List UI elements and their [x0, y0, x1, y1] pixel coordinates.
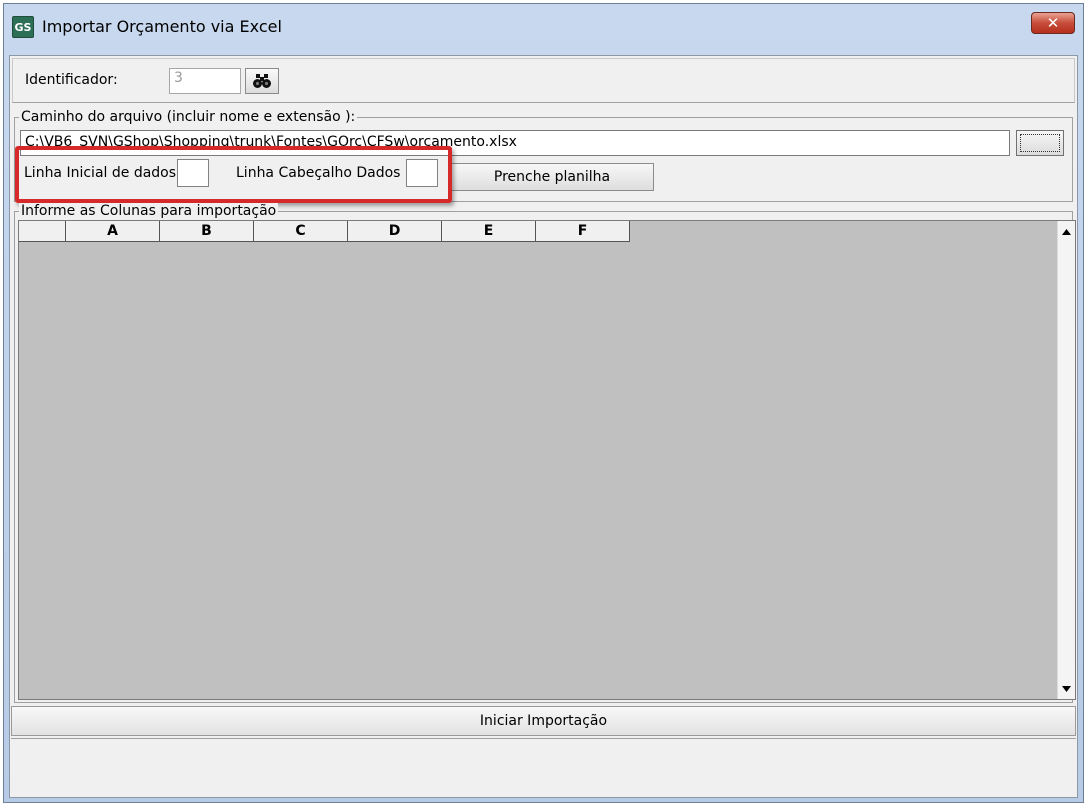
import-window: GS Importar Orçamento via Excel ✕ Identi… [3, 3, 1084, 803]
header-row-input[interactable] [406, 159, 438, 187]
fill-sheet-button[interactable]: Prenche planilha [450, 163, 654, 191]
app-icon: GS [12, 16, 34, 38]
status-area [11, 738, 1076, 796]
start-row-input[interactable] [177, 159, 209, 187]
browse-button[interactable] [1016, 130, 1064, 156]
client-area: Identificador: 3 Caminho do arquivo (inc… [9, 55, 1078, 798]
identifier-field[interactable]: 3 [169, 68, 241, 94]
file-path-legend: Caminho do arquivo (incluir nome e exten… [19, 109, 358, 125]
columns-grid[interactable]: A B C D E F [18, 220, 1076, 700]
start-import-button[interactable]: Iniciar Importação [11, 706, 1076, 736]
scroll-up-button[interactable] [1058, 223, 1075, 240]
arrow-down-icon [1062, 685, 1071, 692]
start-row-label: Linha Inicial de dados [24, 165, 177, 181]
file-path-input[interactable]: C:\VB6_SVN\GShop\Shopping\trunk\Fontes\G… [20, 130, 1010, 156]
column-header-f[interactable]: F [536, 221, 630, 242]
grid-header-row: A B C D E F [19, 221, 630, 242]
identifier-panel: Identificador: 3 [12, 58, 1075, 103]
columns-legend: Informe as Colunas para importação [19, 203, 279, 219]
column-header-d[interactable]: D [348, 221, 442, 242]
search-button[interactable] [245, 68, 279, 94]
close-icon: ✕ [1046, 13, 1060, 32]
column-header-c[interactable]: C [254, 221, 348, 242]
vertical-scrollbar[interactable] [1057, 221, 1075, 699]
column-header-e[interactable]: E [442, 221, 536, 242]
binoculars-icon [253, 74, 271, 88]
arrow-up-icon [1062, 228, 1071, 235]
grid-corner-cell[interactable] [19, 221, 66, 242]
column-header-b[interactable]: B [160, 221, 254, 242]
browse-dots-icon [1020, 134, 1060, 152]
header-row-label: Linha Cabeçalho Dados [236, 165, 401, 181]
identifier-label: Identificador: [25, 72, 118, 88]
window-title: Importar Orçamento via Excel [42, 17, 282, 36]
close-button[interactable]: ✕ [1031, 12, 1075, 34]
scroll-down-button[interactable] [1058, 680, 1075, 697]
column-header-a[interactable]: A [66, 221, 160, 242]
title-bar[interactable]: GS Importar Orçamento via Excel ✕ [4, 4, 1083, 48]
